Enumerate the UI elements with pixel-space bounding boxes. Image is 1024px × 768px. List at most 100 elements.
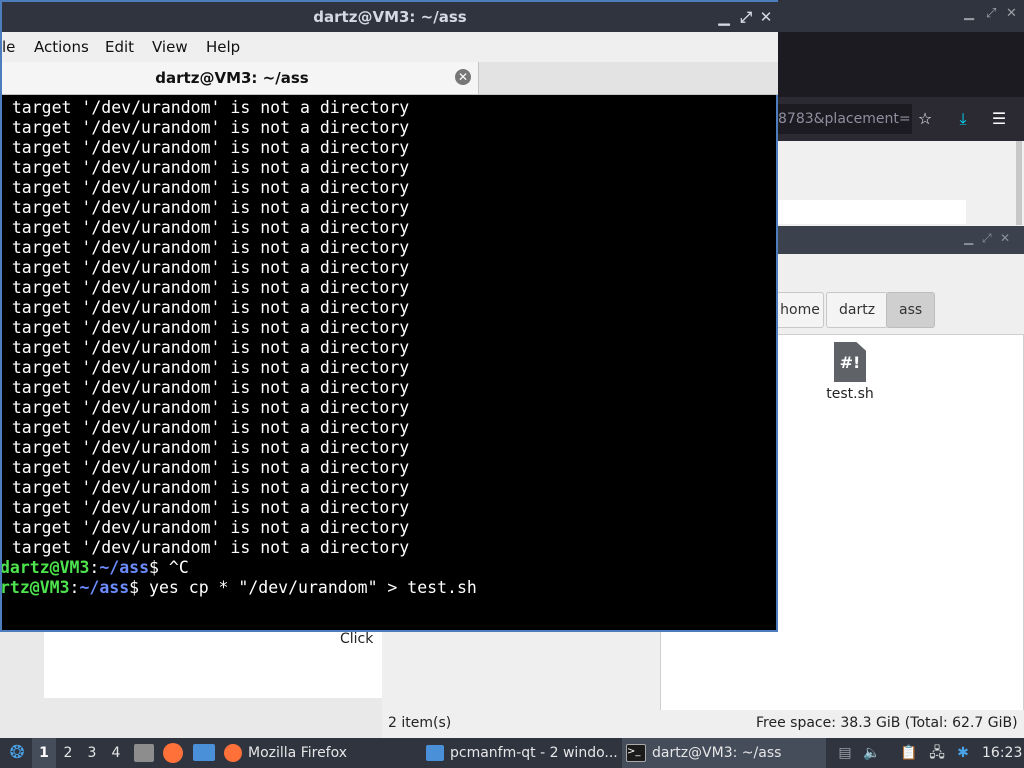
close-icon[interactable]: ✕ xyxy=(756,7,776,27)
minimize-icon[interactable]: ▁ xyxy=(964,231,973,245)
file-manager-titlebar: ▁ ⤢ ✕ xyxy=(778,226,1024,254)
terminal-line: : target '/dev/urandom' is not a directo… xyxy=(2,438,410,457)
prompt-path: ~/ass xyxy=(99,558,150,577)
terminal-line: : target '/dev/urandom' is not a directo… xyxy=(2,218,410,237)
window-title: dartz@VM3: ~/ass xyxy=(313,8,467,26)
minimize-icon[interactable]: ▁ xyxy=(964,6,974,21)
close-icon[interactable]: ✕ xyxy=(1006,6,1017,21)
bookmark-star-icon[interactable]: ☆ xyxy=(912,106,938,132)
workspace-3[interactable]: 3 xyxy=(80,738,104,768)
terminal-prompt-line: rtz@VM3:~/ass$ yes cp * "/dev/urandom" >… xyxy=(2,578,477,598)
prompt-path: ~/ass xyxy=(79,578,130,597)
menu-bar: le Actions Edit View Help xyxy=(2,32,778,62)
status-free-space: Free space: 38.3 GiB (Total: 62.7 GiB) xyxy=(756,715,1018,731)
download-icon[interactable]: ⤓ xyxy=(950,106,976,132)
terminal-line: : target '/dev/urandom' is not a directo… xyxy=(2,198,410,217)
menu-icon[interactable]: ☰ xyxy=(986,106,1012,132)
terminal-titlebar: dartz@VM3: ~/ass ▁ ⤢ ✕ xyxy=(2,2,778,32)
terminal-line: : target '/dev/urandom' is not a directo… xyxy=(2,98,410,117)
click-text[interactable]: Click xyxy=(340,631,373,647)
firefox-titlebar: ▁ ⤢ ✕ xyxy=(778,0,1024,32)
prompt-colon: : xyxy=(89,558,100,577)
app-menu-icon[interactable]: ❂ xyxy=(4,738,30,768)
workspace-1[interactable]: 1 xyxy=(32,738,56,768)
script-file-icon[interactable]: #! xyxy=(834,342,866,382)
prompt-command: $ yes cp * "/dev/urandom" > test.sh xyxy=(129,578,477,597)
terminal-line: : target '/dev/urandom' is not a directo… xyxy=(2,178,410,197)
file-manager-toolbar xyxy=(778,254,1024,290)
firefox-tabstrip xyxy=(778,32,1024,97)
terminal-line: : target '/dev/urandom' is not a directo… xyxy=(2,418,410,437)
breadcrumb-ass[interactable]: ass xyxy=(886,292,936,328)
terminal-line: : target '/dev/urandom' is not a directo… xyxy=(2,518,410,537)
clipboard-tray-icon[interactable]: ▤ xyxy=(834,738,856,768)
menu-actions[interactable]: Actions xyxy=(34,32,89,62)
terminal-line: : target '/dev/urandom' is not a directo… xyxy=(2,298,410,317)
firefox-icon xyxy=(224,744,242,762)
terminal-window: dartz@VM3: ~/ass ▁ ⤢ ✕ le Actions Edit V… xyxy=(0,0,778,632)
url-bar[interactable]: 8783&placement= xyxy=(778,104,912,134)
task-label: dartz@VM3: ~/ass xyxy=(652,745,782,761)
terminal-line: : target '/dev/urandom' is not a directo… xyxy=(2,398,410,417)
maximize-icon[interactable]: ⤢ xyxy=(736,7,756,27)
files-launcher-icon[interactable] xyxy=(134,744,154,762)
workspace-4[interactable]: 4 xyxy=(104,738,128,768)
prompt-user: dartz@VM3 xyxy=(2,558,90,577)
terminal-line: : target '/dev/urandom' is not a directo… xyxy=(2,358,410,377)
terminal-line: : target '/dev/urandom' is not a directo… xyxy=(2,158,410,177)
task-firefox[interactable]: Mozilla Firefox xyxy=(224,738,414,768)
terminal-prompt-line: dartz@VM3:~/ass$ ^C xyxy=(2,558,189,578)
prompt-colon: : xyxy=(69,578,80,597)
menu-help[interactable]: Help xyxy=(206,32,240,62)
clipboard-icon[interactable]: 📋 xyxy=(898,738,920,768)
menu-view[interactable]: View xyxy=(152,32,188,62)
maximize-icon[interactable]: ⤢ xyxy=(982,231,992,246)
minimize-icon[interactable]: ▁ xyxy=(714,7,734,27)
bluetooth-icon[interactable]: ✱ xyxy=(952,738,974,768)
terminal-line: : target '/dev/urandom' is not a directo… xyxy=(2,538,410,557)
terminal-icon: >_ xyxy=(626,744,646,762)
webpage-panel xyxy=(44,628,382,698)
task-terminal[interactable]: >_ dartz@VM3: ~/ass xyxy=(622,738,826,768)
terminal-line: : target '/dev/urandom' is not a directo… xyxy=(2,278,410,297)
window-launcher-icon[interactable] xyxy=(193,744,215,761)
terminal-line: : target '/dev/urandom' is not a directo… xyxy=(2,378,410,397)
maximize-icon[interactable]: ⤢ xyxy=(986,6,996,21)
terminal-line: : target '/dev/urandom' is not a directo… xyxy=(2,318,410,337)
scrollbar[interactable] xyxy=(1016,141,1022,225)
breadcrumb-home[interactable]: home xyxy=(776,292,824,328)
terminal-tab[interactable]: dartz@VM3: ~/ass ✕ xyxy=(2,62,479,94)
terminal-line: : target '/dev/urandom' is not a directo… xyxy=(2,498,410,517)
file-name[interactable]: test.sh xyxy=(796,386,904,402)
terminal-line: : target '/dev/urandom' is not a directo… xyxy=(2,258,410,277)
firefox-launcher-icon[interactable] xyxy=(163,743,183,763)
clock: 16:23 xyxy=(982,745,1023,761)
task-label: Mozilla Firefox xyxy=(248,745,348,761)
network-icon[interactable]: 🖧 xyxy=(926,738,948,768)
terminal-tabbar: dartz@VM3: ~/ass ✕ xyxy=(2,62,778,95)
webpage-area: Click xyxy=(0,628,382,738)
status-item-count: 2 item(s) xyxy=(388,715,452,731)
breadcrumb-dartz[interactable]: dartz xyxy=(826,292,889,328)
prompt-command: $ ^C xyxy=(149,558,189,577)
volume-icon[interactable]: 🔈 xyxy=(861,738,883,768)
taskbar: ❂ 1 2 3 4 Mozilla Firefox pcmanfm-qt - 2… xyxy=(0,738,1024,768)
task-label: pcmanfm-qt - 2 windo... xyxy=(450,745,618,761)
tab-close-icon[interactable]: ✕ xyxy=(455,69,471,85)
terminal-line: : target '/dev/urandom' is not a directo… xyxy=(2,338,410,357)
terminal-line: : target '/dev/urandom' is not a directo… xyxy=(2,118,410,137)
folder-icon xyxy=(426,745,444,761)
terminal-line: : target '/dev/urandom' is not a directo… xyxy=(2,238,410,257)
status-bar: 2 item(s) Free space: 38.3 GiB (Total: 6… xyxy=(382,710,1024,738)
workspace-2[interactable]: 2 xyxy=(56,738,80,768)
terminal-output[interactable]: : target '/dev/urandom' is not a directo… xyxy=(2,95,776,630)
task-pcmanfm[interactable]: pcmanfm-qt - 2 windo... xyxy=(426,738,620,768)
terminal-line: : target '/dev/urandom' is not a directo… xyxy=(2,138,410,157)
page-banner xyxy=(778,200,966,224)
tab-label: dartz@VM3: ~/ass xyxy=(155,69,309,87)
firefox-window: ▁ ⤢ ✕ 8783&placement= ☆ ⤓ ☰ xyxy=(778,0,1024,232)
terminal-line: : target '/dev/urandom' is not a directo… xyxy=(2,458,410,477)
close-icon[interactable]: ✕ xyxy=(1000,231,1010,245)
menu-file[interactable]: le xyxy=(2,32,15,62)
menu-edit[interactable]: Edit xyxy=(105,32,134,62)
